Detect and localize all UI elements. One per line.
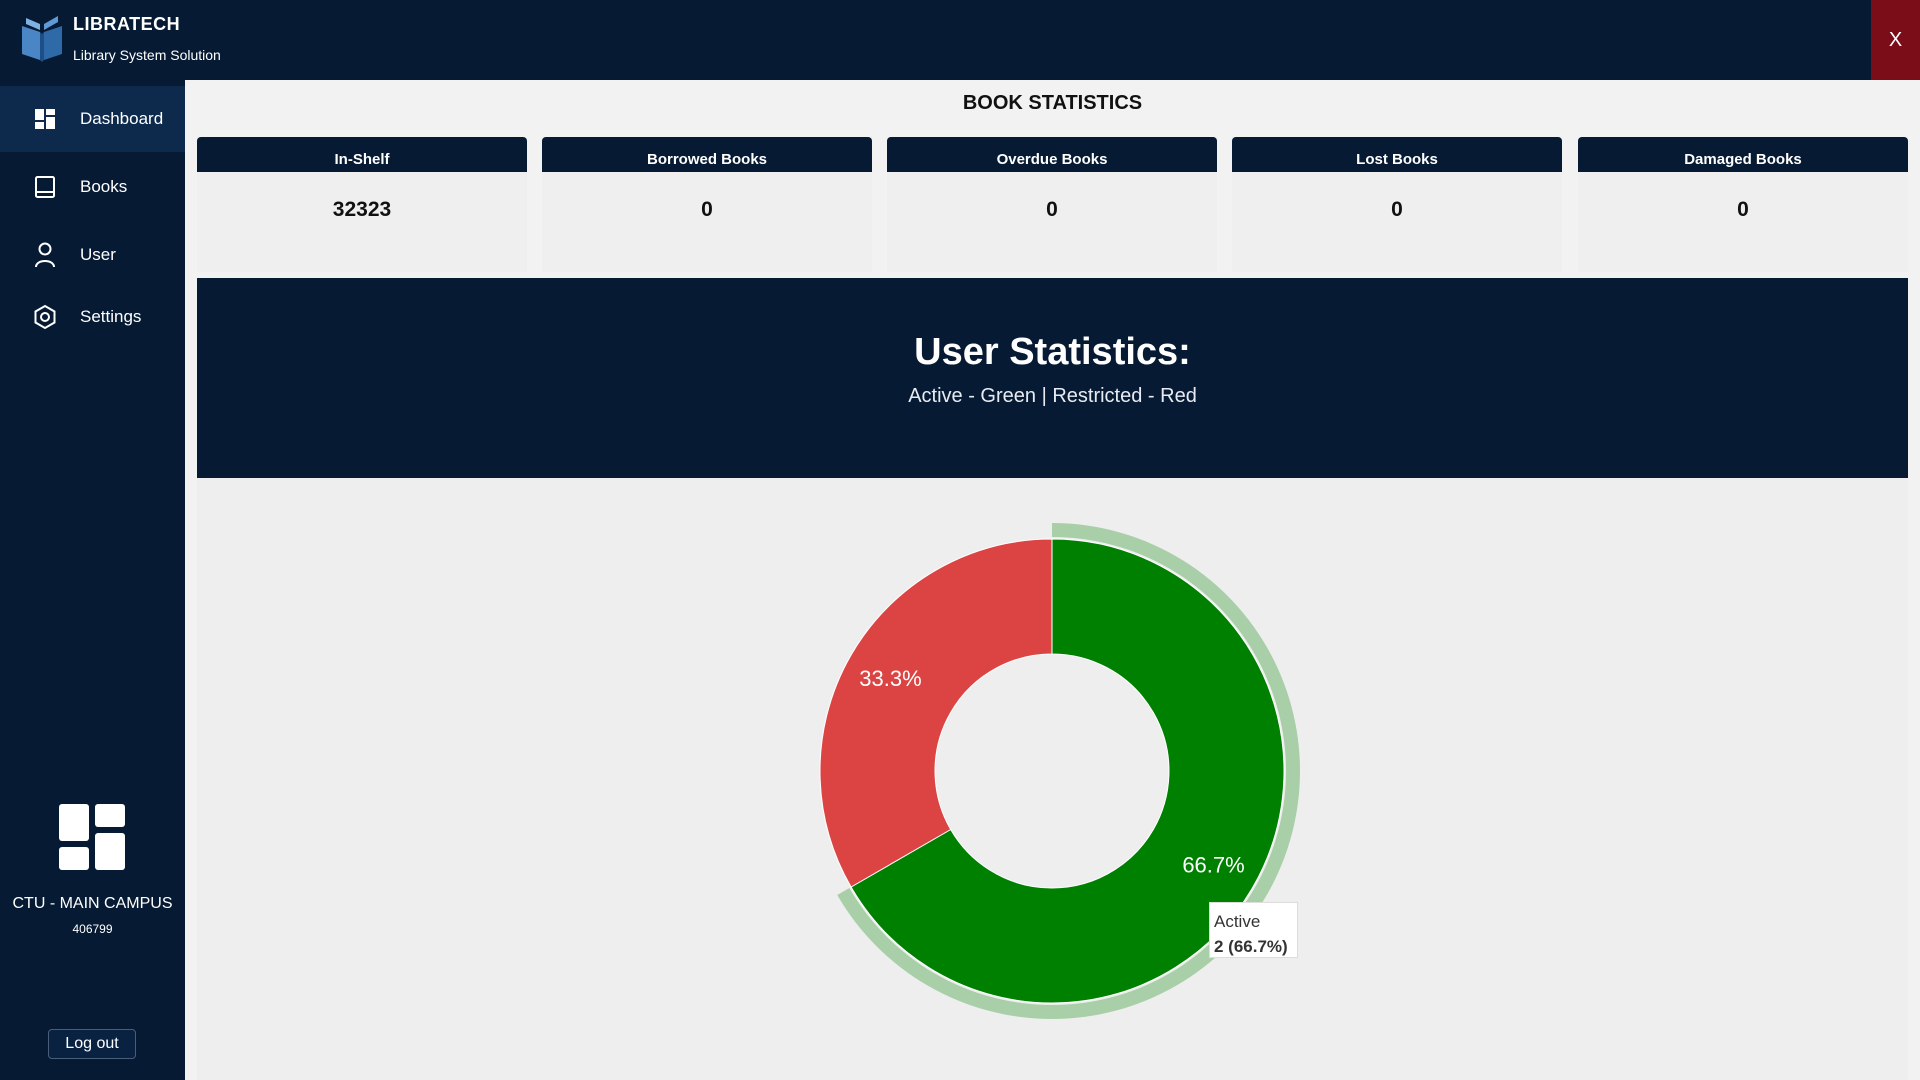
sidebar-item-label: Books	[80, 177, 128, 196]
user-statistics-title: User Statistics:	[914, 331, 1191, 373]
slice-percent-label: 33.3%	[859, 666, 921, 691]
sidebar-item-label: Settings	[80, 307, 142, 326]
campus-name: CTU - MAIN CAMPUS	[12, 895, 173, 912]
dashboard-icon	[31, 105, 59, 133]
close-button[interactable]: X	[1871, 0, 1920, 80]
app-title: LIBRATECH	[73, 14, 181, 34]
stat-card-label: Damaged Books	[1578, 137, 1908, 172]
sidebar-item-dashboard[interactable]: Dashboard	[0, 86, 185, 152]
stat-card-lost: Lost Books 0	[1232, 137, 1562, 272]
chart-panel: 66.7% 33.3%	[197, 478, 1908, 1080]
settings-icon	[31, 303, 59, 331]
tooltip-label: Active	[1214, 912, 1261, 931]
campus-logo-icon	[59, 804, 125, 870]
app-subtitle: Library System Solution	[73, 47, 221, 63]
sidebar-item-books[interactable]: Books	[0, 154, 185, 220]
stat-card-overdue: Overdue Books 0	[887, 137, 1217, 272]
stat-card-label: Overdue Books	[887, 137, 1217, 172]
sidebar-item-label: User	[80, 245, 116, 264]
book-logo-icon	[22, 16, 62, 62]
user-icon	[31, 241, 59, 269]
slice-restricted[interactable]	[819, 538, 1053, 888]
sidebar-item-settings[interactable]: Settings	[0, 284, 185, 350]
book-statistics-title: BOOK STATISTICS	[962, 92, 1143, 114]
book-icon	[31, 173, 59, 201]
stat-card-label: Borrowed Books	[542, 137, 872, 172]
user-statistics-legend: Active - Green | Restricted - Red	[908, 385, 1197, 407]
stat-card-in-shelf: In-Shelf 32323	[197, 137, 527, 272]
user-statistics-banner: User Statistics: Active - Green | Restri…	[197, 278, 1908, 478]
stat-card-borrowed: Borrowed Books 0	[542, 137, 872, 272]
stat-card-label: In-Shelf	[197, 137, 527, 172]
stat-card-value: 0	[1737, 198, 1749, 221]
stat-card-damaged: Damaged Books 0	[1578, 137, 1908, 272]
sidebar-item-label: Dashboard	[80, 109, 164, 128]
sidebar: Dashboard Books User Settings CTU - MAIN…	[0, 80, 185, 1080]
stat-card-value: 32323	[332, 198, 392, 221]
chart-tooltip: Active 2 (66.7%)	[1209, 902, 1298, 958]
tooltip-value: 2 (66.7%)	[1214, 937, 1288, 956]
campus-code: 406799	[72, 922, 113, 936]
logout-button[interactable]: Log out	[48, 1029, 136, 1059]
sidebar-item-user[interactable]: User	[0, 222, 185, 288]
stat-card-value: 0	[701, 198, 713, 221]
stat-card-label: Lost Books	[1232, 137, 1562, 172]
user-donut-chart: 66.7% 33.3%	[819, 523, 1300, 1019]
top-bar: LIBRATECH Library System Solution X	[0, 0, 1920, 80]
stat-card-value: 0	[1046, 198, 1058, 221]
stat-card-value: 0	[1391, 198, 1403, 221]
slice-percent-label: 66.7%	[1182, 852, 1244, 877]
